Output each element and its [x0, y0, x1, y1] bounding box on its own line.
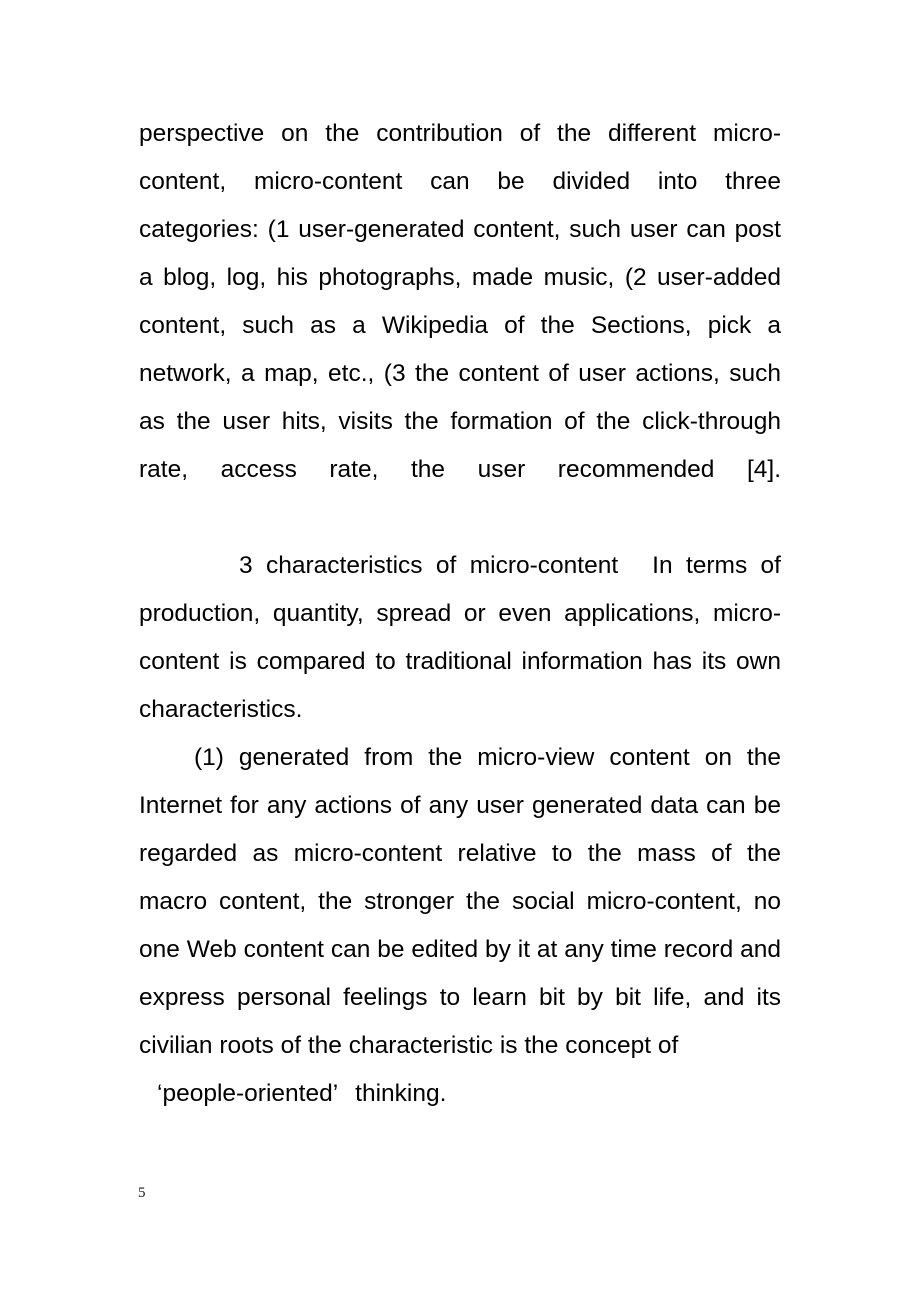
paragraph-3-text: (1) generated from the micro-view conten…: [139, 744, 788, 1059]
paragraph-3-last-line: ‘people-oriented’ thinking.: [139, 1070, 781, 1118]
paragraph-3-quoted-phrase: ‘people-oriented’: [157, 1080, 339, 1107]
paragraph-1-text: perspective on the contribution of the d…: [139, 120, 788, 483]
paragraph-3: (1) generated from the micro-view conten…: [139, 734, 781, 1118]
page-number: 5: [138, 1185, 146, 1201]
paragraph-2-heading: 3 characteristics of micro-content: [239, 552, 619, 579]
body-text-block: perspective on the contribution of the d…: [139, 110, 781, 1118]
paragraph-3-final-word: thinking.: [355, 1080, 447, 1107]
paragraph-1: perspective on the contribution of the d…: [139, 110, 781, 494]
paragraph-2: 3 characteristics of micro-content In ter…: [139, 542, 781, 734]
document-page: perspective on the contribution of the d…: [0, 0, 920, 1302]
